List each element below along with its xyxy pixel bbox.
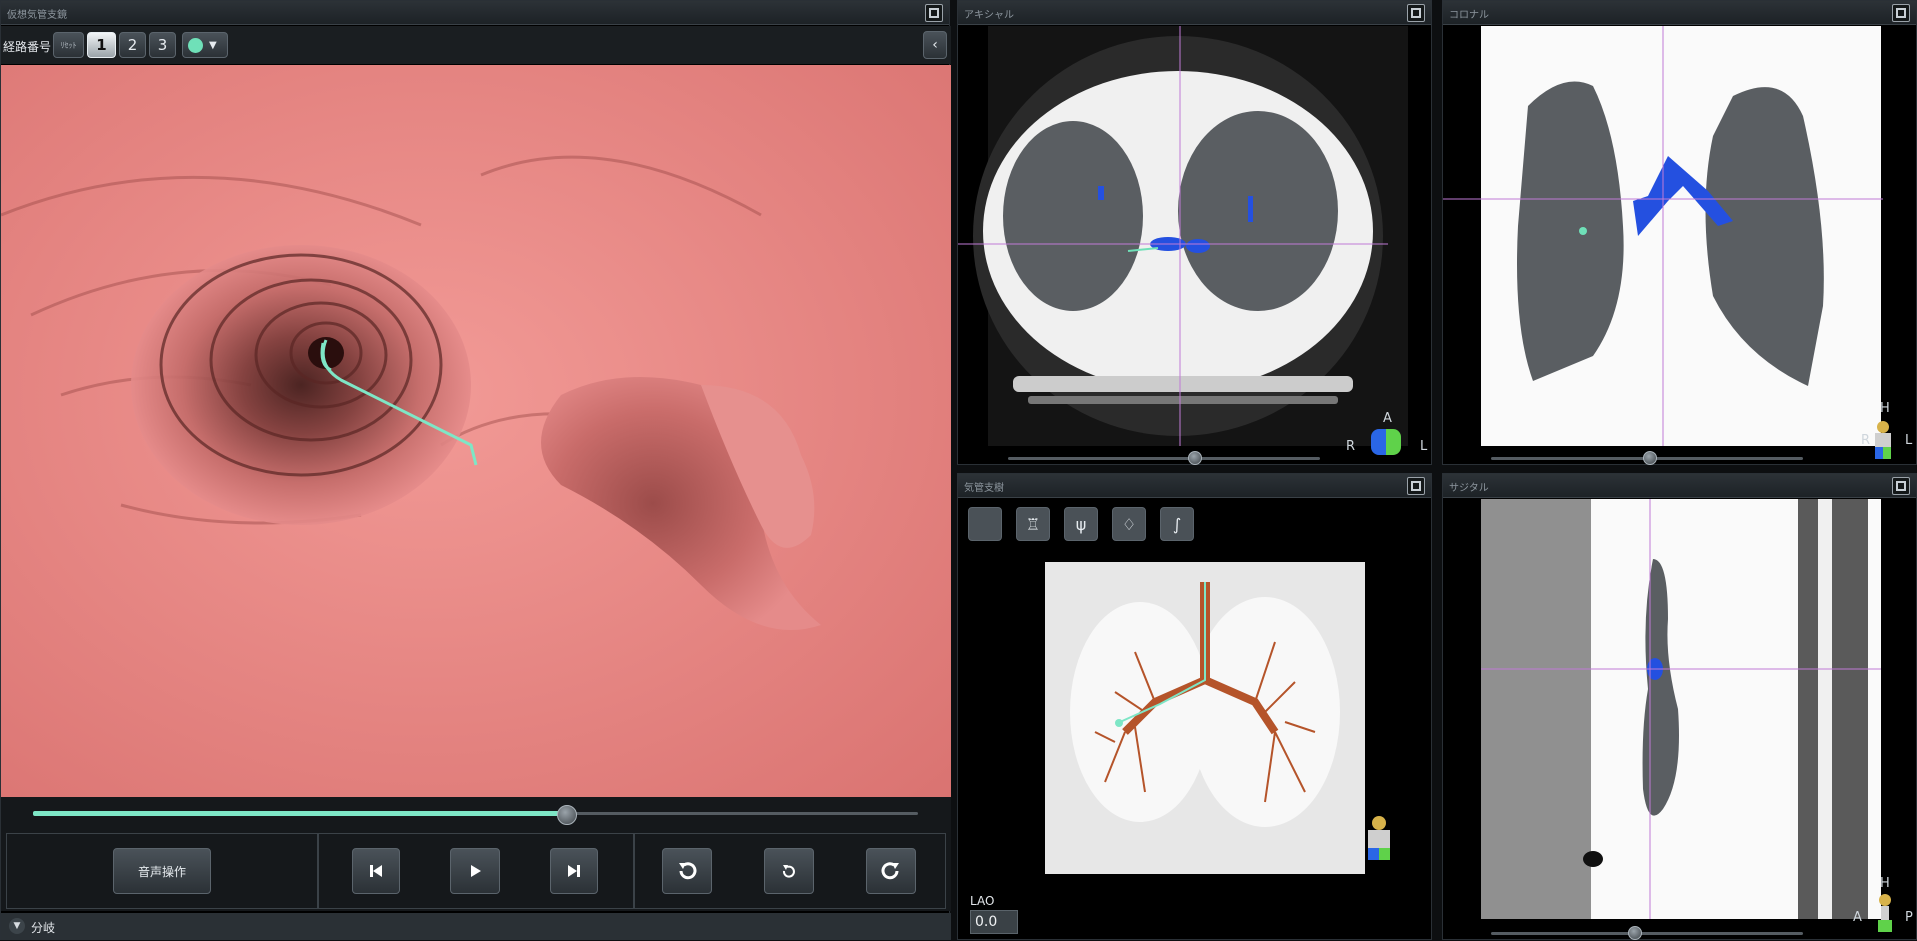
panel-title: サジタル bbox=[1449, 483, 1489, 494]
bronchial-tree-render[interactable] bbox=[1045, 562, 1365, 874]
sagittal-ct-image[interactable] bbox=[1443, 499, 1917, 941]
person-figure-icon bbox=[1368, 816, 1390, 862]
maximize-icon[interactable] bbox=[1892, 4, 1910, 22]
maximize-icon[interactable] bbox=[1407, 4, 1425, 22]
branch-label: 分岐 bbox=[31, 921, 56, 935]
bronchial-tree-panel: 気管支樹 ♖ ψ ♢ ∫ LAO 0.0 bbox=[957, 473, 1432, 940]
orientation-a: A bbox=[1383, 411, 1392, 426]
maximize-icon[interactable] bbox=[925, 4, 943, 22]
panel-title: コロナル bbox=[1449, 10, 1489, 21]
reset-rotation-icon bbox=[782, 865, 795, 878]
orientation-p: P bbox=[1905, 910, 1913, 925]
maximize-icon[interactable] bbox=[1892, 477, 1910, 495]
panel-title: 仮想気管支鏡 bbox=[7, 10, 67, 21]
play-button[interactable] bbox=[450, 848, 500, 894]
panel-titlebar: アキシャル bbox=[958, 1, 1431, 25]
chevron-down-icon: ▼ bbox=[209, 39, 217, 51]
branch-section-header[interactable]: ▼ 分岐 bbox=[1, 913, 951, 940]
maximize-icon[interactable] bbox=[1407, 477, 1425, 495]
rotate-left-button[interactable] bbox=[662, 848, 712, 894]
view-angle-field[interactable]: 0.0 bbox=[970, 910, 1018, 934]
reset-view-button[interactable] bbox=[764, 848, 814, 894]
endoscopic-view[interactable] bbox=[1, 65, 951, 797]
skip-forward-button[interactable] bbox=[550, 848, 598, 894]
reset-button[interactable]: ﾘｾｯﾄ bbox=[53, 32, 84, 58]
route-1-button[interactable]: 1 bbox=[87, 32, 116, 58]
axial-slice-track[interactable] bbox=[1008, 457, 1320, 460]
panel-title: 気管支樹 bbox=[964, 483, 1004, 494]
route-2-button[interactable]: 2 bbox=[119, 32, 146, 58]
rotate-right-button[interactable] bbox=[866, 848, 916, 894]
sagittal-slice-track[interactable] bbox=[1491, 932, 1803, 935]
bronchus-icon[interactable]: ψ bbox=[1064, 507, 1098, 541]
panel-titlebar: 気管支樹 bbox=[958, 474, 1431, 498]
orientation-a: A bbox=[1853, 910, 1862, 925]
person-figure-icon bbox=[1875, 421, 1891, 461]
view-angle-label: LAO bbox=[970, 894, 995, 908]
panel-titlebar: 仮想気管支鏡 bbox=[1, 1, 949, 25]
route-number-label: 経路番号 bbox=[3, 40, 52, 54]
route-3-button[interactable]: 3 bbox=[149, 32, 176, 58]
coronal-slice-knob[interactable] bbox=[1643, 451, 1657, 465]
orientation-h: H bbox=[1880, 876, 1890, 891]
route-color-dropdown[interactable]: ▼ bbox=[182, 32, 228, 58]
sagittal-view-panel: サジタル H A P bbox=[1442, 473, 1917, 940]
panel-titlebar: サジタル bbox=[1443, 474, 1916, 498]
skip-forward-icon bbox=[568, 865, 580, 877]
chevron-down-icon: ▼ bbox=[9, 918, 25, 934]
axial-slice-knob[interactable] bbox=[1188, 451, 1202, 465]
play-icon bbox=[471, 865, 481, 877]
orientation-l: L bbox=[1905, 433, 1913, 448]
cube-view-icon[interactable] bbox=[968, 507, 1002, 541]
rotate-right-icon bbox=[881, 862, 899, 880]
curve-icon[interactable]: ∫ bbox=[1160, 507, 1194, 541]
chest-ap-icon[interactable]: ♖ bbox=[1016, 507, 1050, 541]
collapse-button[interactable]: ‹ bbox=[923, 31, 947, 59]
rotate-left-icon bbox=[679, 862, 697, 880]
panel-title: アキシャル bbox=[964, 10, 1014, 21]
orientation-figure-icon bbox=[1371, 429, 1401, 455]
airway-render bbox=[1, 65, 951, 797]
orientation-r: R bbox=[1861, 433, 1871, 448]
orientation-r: R bbox=[1346, 439, 1356, 454]
lung-icon[interactable]: ♢ bbox=[1112, 507, 1146, 541]
sagittal-slice-knob[interactable] bbox=[1628, 926, 1642, 940]
progress-fill bbox=[33, 811, 566, 816]
virtual-bronchoscope-panel: 仮想気管支鏡 経路番号 ﾘｾｯﾄ 1 2 3 ▼ ‹ 音声操作 ▼ 分岐 bbox=[0, 0, 951, 940]
person-figure-icon bbox=[1878, 894, 1892, 934]
color-swatch-icon bbox=[188, 37, 203, 53]
progress-bar-area bbox=[1, 797, 951, 831]
orientation-l: L bbox=[1420, 439, 1428, 454]
skip-back-button[interactable] bbox=[352, 848, 400, 894]
orientation-h: H bbox=[1880, 401, 1890, 416]
progress-knob[interactable] bbox=[557, 805, 577, 825]
coronal-ct-image[interactable] bbox=[1443, 26, 1917, 466]
playback-controls: 音声操作 bbox=[1, 831, 951, 911]
voice-control-button[interactable]: 音声操作 bbox=[113, 848, 211, 894]
axial-view-panel: アキシャル A R L bbox=[957, 0, 1432, 465]
axial-ct-image[interactable] bbox=[958, 26, 1433, 466]
panel-titlebar: コロナル bbox=[1443, 1, 1916, 25]
coronal-view-panel: コロナル H R L bbox=[1442, 0, 1917, 465]
chevron-left-icon: ‹ bbox=[932, 37, 938, 53]
route-toolbar: 経路番号 ﾘｾｯﾄ 1 2 3 ▼ ‹ bbox=[1, 26, 951, 64]
skip-back-icon bbox=[370, 865, 382, 877]
